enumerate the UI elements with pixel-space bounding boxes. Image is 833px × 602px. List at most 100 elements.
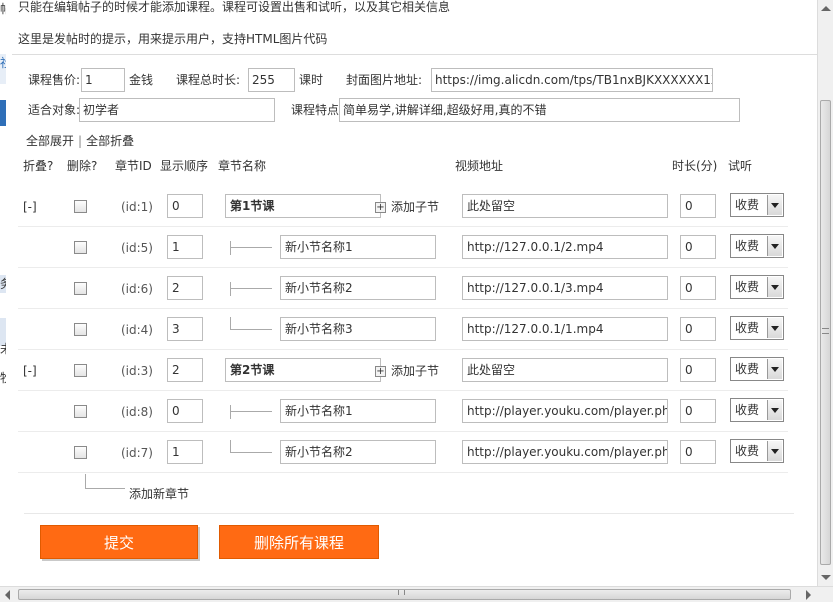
- dropdown-arrow-icon[interactable]: [767, 195, 782, 215]
- add-subsection-label: 添加子节: [391, 364, 440, 378]
- header-name: 章节名称: [218, 159, 267, 173]
- video-url-input[interactable]: 此处留空: [462, 358, 668, 382]
- course-editor-dialog: 只能在编辑帖子的时候才能添加课程。课程可设置出售和试听，以及其它相关信息 这里是…: [6, 0, 817, 586]
- delete-checkbox[interactable]: [74, 200, 87, 213]
- submit-button[interactable]: 提交: [40, 525, 198, 559]
- hint-text: 这里是发帖时的提示，用来提示用户，支持HTML图片代码: [18, 32, 328, 46]
- section-name-input[interactable]: 新小节名称2: [280, 440, 436, 464]
- duration-input[interactable]: 0: [680, 276, 716, 300]
- video-url-input[interactable]: http://127.0.0.1/3.mp4: [462, 276, 668, 300]
- duration-input[interactable]: 0: [680, 194, 716, 218]
- order-input[interactable]: 0: [167, 194, 203, 218]
- scroll-up-arrow-icon[interactable]: [821, 6, 831, 11]
- trial-select[interactable]: 收费: [730, 398, 784, 422]
- audience-input[interactable]: 初学者: [79, 98, 275, 122]
- trial-select[interactable]: 收费: [730, 439, 784, 463]
- order-input[interactable]: 1: [167, 235, 203, 259]
- add-chapter-link[interactable]: 添加新章节: [129, 485, 189, 503]
- trial-select[interactable]: 收费: [730, 316, 784, 340]
- order-input[interactable]: 2: [167, 276, 203, 300]
- video-url-input[interactable]: http://player.youku.com/player.php/: [462, 399, 668, 423]
- delete-checkbox[interactable]: [74, 405, 87, 418]
- scroll-right-arrow-icon[interactable]: [806, 590, 811, 600]
- price-input[interactable]: 1: [81, 68, 125, 92]
- scroll-down-arrow-icon[interactable]: [821, 575, 831, 580]
- tree-connector: [230, 317, 231, 329]
- trial-select-value: 收费: [735, 403, 760, 417]
- duration-input[interactable]: 0: [680, 317, 716, 341]
- order-input[interactable]: 3: [167, 317, 203, 341]
- tree-connector: [85, 488, 125, 489]
- trial-select[interactable]: 收费: [730, 357, 784, 381]
- dropdown-arrow-icon[interactable]: [767, 441, 782, 461]
- divider: [24, 513, 794, 514]
- section-row: (id:4) 3 新小节名称3 http://127.0.0.1/1.mp4 0 收费: [18, 309, 788, 350]
- duration-input[interactable]: 255: [248, 68, 295, 92]
- header-duration: 时长(分): [672, 159, 718, 173]
- order-input[interactable]: 1: [167, 440, 203, 464]
- trial-select[interactable]: 收费: [730, 234, 784, 258]
- fold-toggle[interactable]: [-]: [23, 198, 37, 216]
- vertical-scrollbar[interactable]: [817, 0, 833, 586]
- dropdown-arrow-icon[interactable]: [767, 277, 782, 297]
- tree-connector: [230, 440, 231, 452]
- horizontal-scrollbar[interactable]: [0, 586, 833, 602]
- trial-select-value: 收费: [735, 198, 760, 212]
- delete-checkbox[interactable]: [74, 364, 87, 377]
- expand-collapse-links: 全部展开 | 全部折叠: [26, 132, 134, 150]
- top-note: 只能在编辑帖子的时候才能添加课程。课程可设置出售和试听，以及其它相关信息: [18, 0, 451, 14]
- duration-input[interactable]: 0: [680, 235, 716, 259]
- tree-connector: [230, 411, 272, 412]
- video-url-input[interactable]: http://player.youku.com/player.php/: [462, 440, 668, 464]
- scroll-left-arrow-icon[interactable]: [5, 590, 10, 600]
- chapter-id: (id:4): [121, 323, 153, 337]
- chapter-id: (id:1): [121, 200, 153, 214]
- order-input[interactable]: 0: [167, 399, 203, 423]
- collapse-all-link[interactable]: 全部折叠: [86, 134, 134, 148]
- dropdown-arrow-icon[interactable]: [767, 359, 782, 379]
- cover-url-input[interactable]: https://img.alicdn.com/tps/TB1nxBJKXXXXX…: [431, 68, 713, 92]
- duration-input[interactable]: 0: [680, 358, 716, 382]
- trial-select-value: 收费: [735, 362, 760, 376]
- video-url-input[interactable]: 此处留空: [462, 194, 668, 218]
- add-subsection-label: 添加子节: [391, 200, 440, 214]
- header-order: 显示顺序: [160, 159, 209, 173]
- fold-toggle[interactable]: [-]: [23, 362, 37, 380]
- order-input[interactable]: 2: [167, 358, 203, 382]
- video-url-input[interactable]: http://127.0.0.1/1.mp4: [462, 317, 668, 341]
- features-input[interactable]: 简单易学,讲解详细,超级好用,真的不错: [339, 98, 740, 122]
- section-name-input[interactable]: 新小节名称3: [280, 317, 436, 341]
- add-subsection-link[interactable]: + 添加子节: [375, 362, 439, 380]
- section-name-input[interactable]: 新小节名称1: [280, 399, 436, 423]
- duration-input[interactable]: 0: [680, 399, 716, 423]
- delete-checkbox[interactable]: [74, 282, 87, 295]
- dropdown-arrow-icon[interactable]: [767, 400, 782, 420]
- trial-select[interactable]: 收费: [730, 193, 784, 217]
- trial-select-value: 收费: [735, 239, 760, 253]
- tree-connector: [230, 282, 231, 296]
- delete-checkbox[interactable]: [74, 323, 87, 336]
- chapter-name-input[interactable]: 第2节课: [225, 358, 381, 382]
- audience-label: 适合对象:: [28, 103, 81, 117]
- divider: [12, 54, 817, 55]
- video-url-input[interactable]: http://127.0.0.1/2.mp4: [462, 235, 668, 259]
- section-row: (id:7) 1 新小节名称2 http://player.youku.com/pla…: [18, 432, 788, 473]
- add-subsection-link[interactable]: + 添加子节: [375, 198, 439, 216]
- duration-input[interactable]: 0: [680, 440, 716, 464]
- duration-label: 课程总时长:: [176, 73, 241, 87]
- tree-connector: [230, 452, 272, 453]
- section-name-input[interactable]: 新小节名称2: [280, 276, 436, 300]
- chapter-row: [-] (id:1) 0 第1节课 + 添加子节 此处留空 0 收费: [18, 186, 788, 227]
- dropdown-arrow-icon[interactable]: [767, 236, 782, 256]
- tree-connector: [230, 288, 272, 289]
- trial-select[interactable]: 收费: [730, 275, 784, 299]
- delete-checkbox[interactable]: [74, 446, 87, 459]
- section-name-input[interactable]: 新小节名称1: [280, 235, 436, 259]
- chapter-name-input[interactable]: 第1节课: [225, 194, 381, 218]
- delete-all-courses-button[interactable]: 删除所有课程: [219, 525, 379, 559]
- dropdown-arrow-icon[interactable]: [767, 318, 782, 338]
- expand-all-link[interactable]: 全部展开: [26, 134, 74, 148]
- tree-connector: [230, 247, 272, 248]
- plus-icon: +: [375, 366, 386, 377]
- delete-checkbox[interactable]: [74, 241, 87, 254]
